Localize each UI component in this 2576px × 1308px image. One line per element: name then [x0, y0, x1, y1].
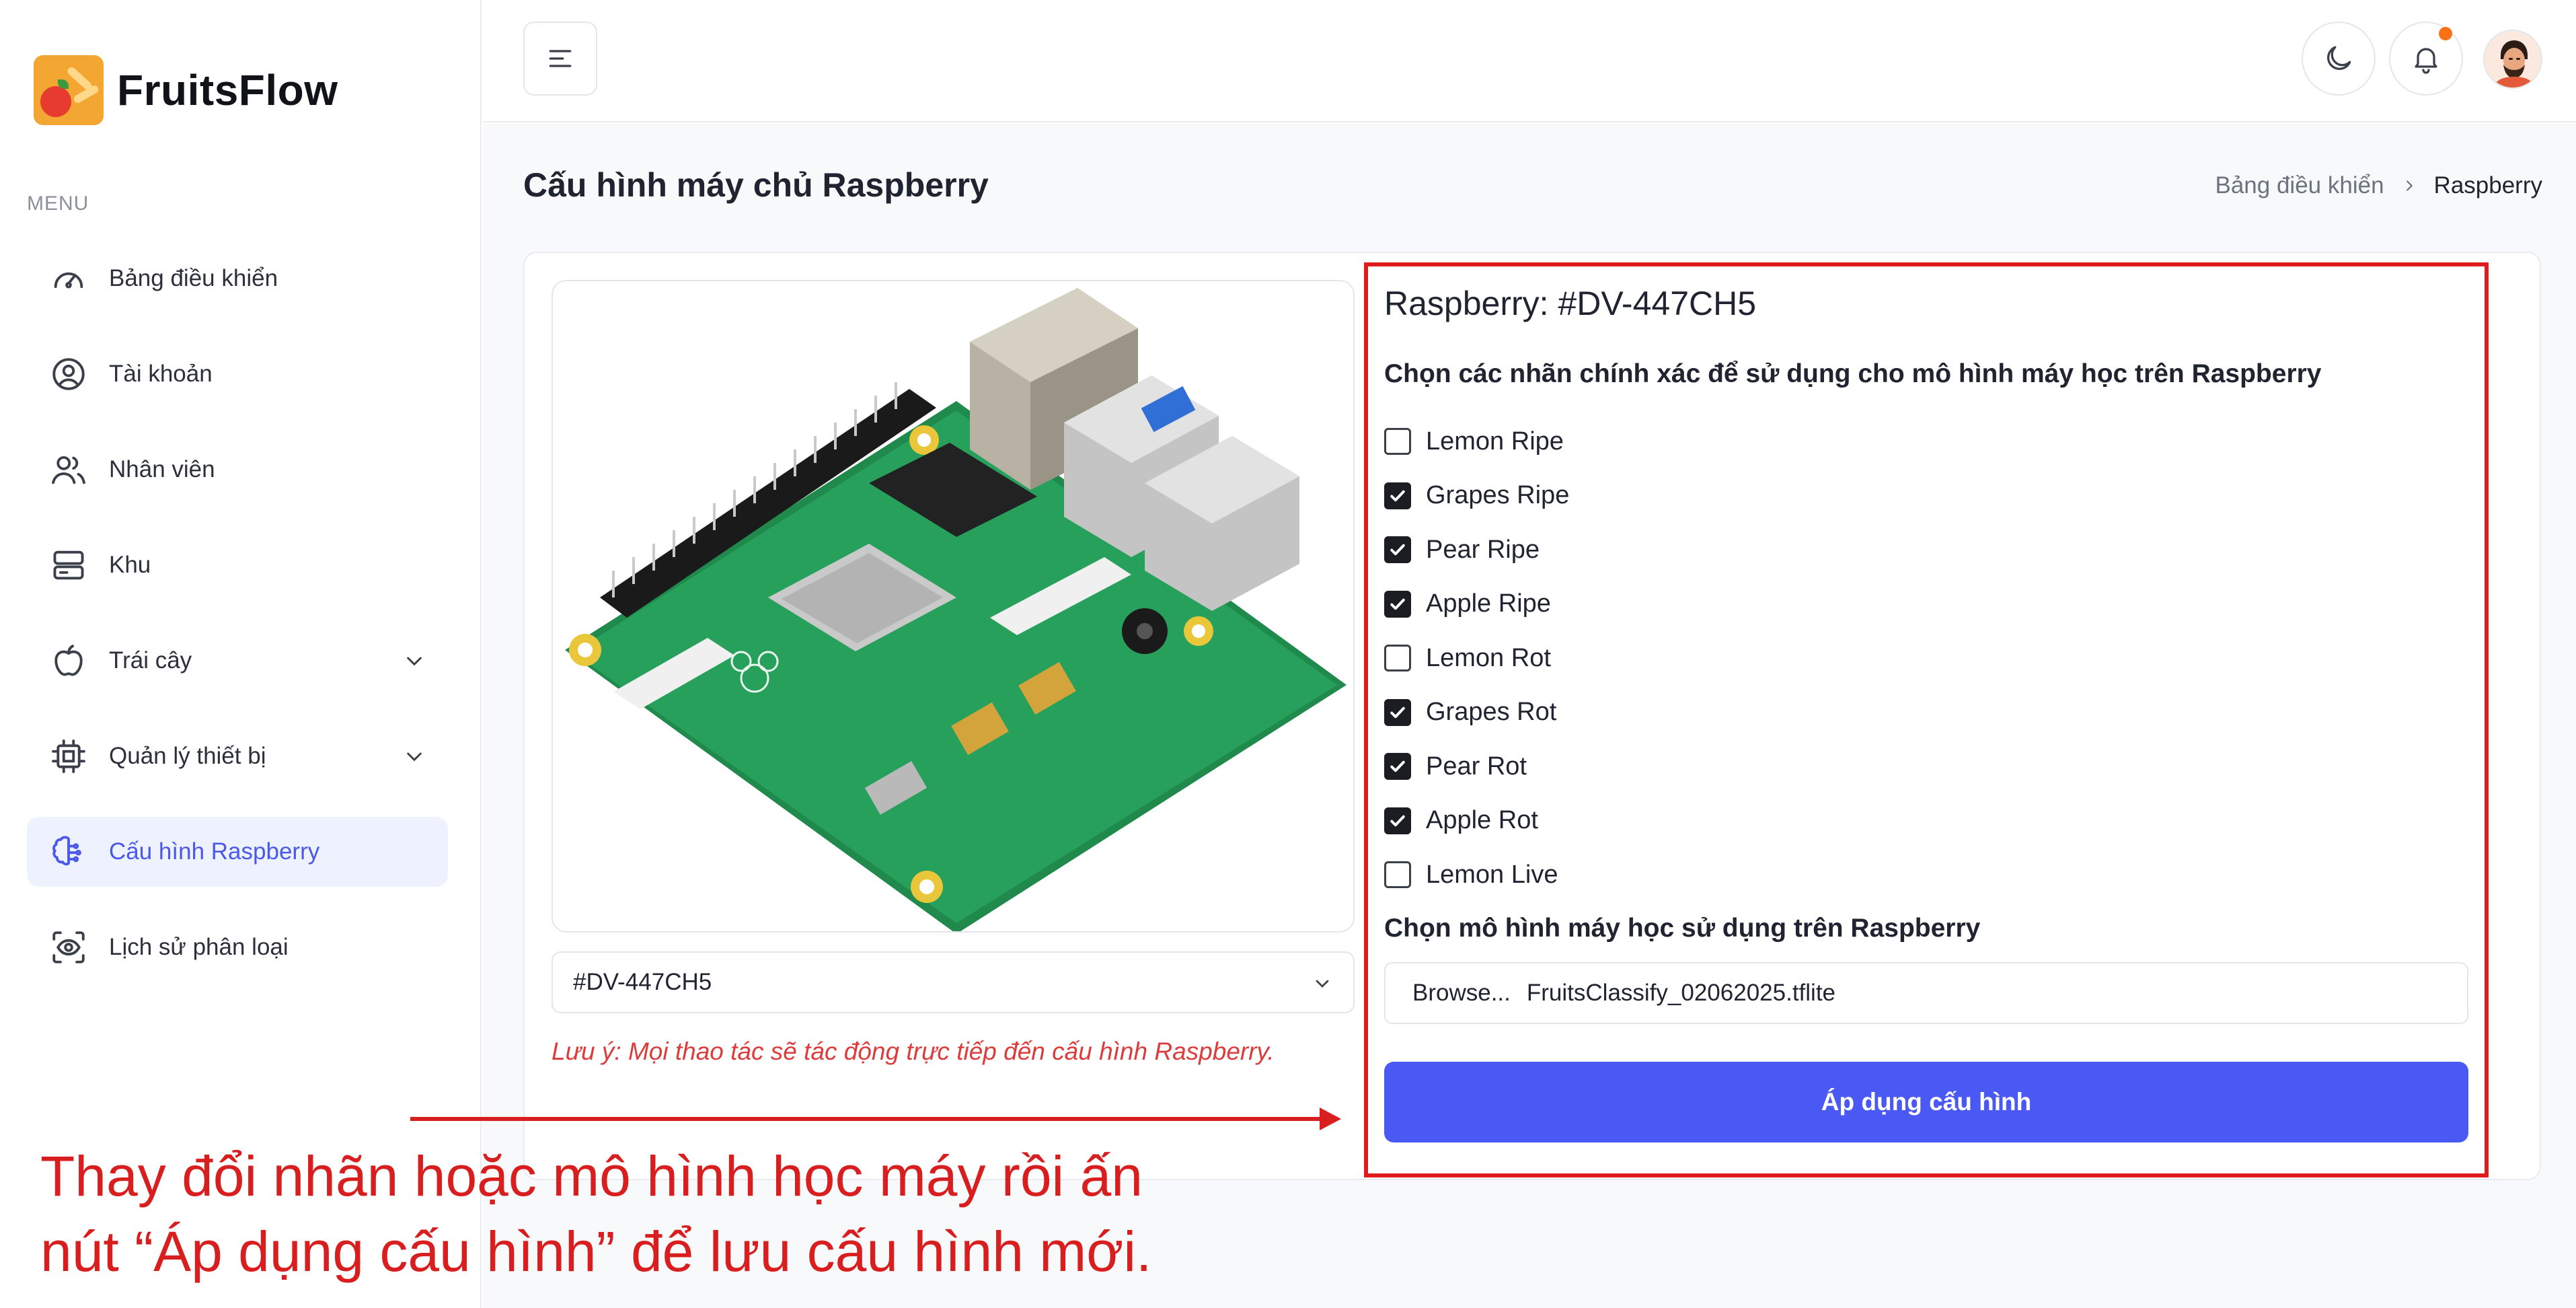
label-option[interactable]: Lemon Ripe — [1384, 414, 1569, 469]
label-option-text: Apple Ripe — [1426, 589, 1551, 618]
notification-button[interactable] — [2389, 22, 2463, 96]
user-circle-icon — [47, 353, 90, 396]
device-select[interactable]: #DV-447CH5 — [552, 951, 1355, 1013]
avatar[interactable] — [2483, 30, 2542, 89]
annotation-arrow-line — [410, 1117, 1332, 1121]
label-option-text: Lemon Rot — [1426, 643, 1551, 672]
checkbox-unchecked[interactable] — [1384, 428, 1411, 456]
checkbox-checked[interactable] — [1384, 536, 1411, 564]
label-option-text: Grapes Rot — [1426, 698, 1557, 727]
sidebar-item-classification-history[interactable]: Lịch sử phân loại — [27, 912, 448, 982]
label-option[interactable]: Apple Rot — [1384, 794, 1569, 848]
sidebar-item-label: Quản lý thiết bị — [109, 743, 266, 769]
chevron-down-icon — [1316, 980, 1329, 988]
sidebar-item-dashboard[interactable]: Bảng điều khiển — [27, 244, 448, 314]
sidebar-item-label: Nhân viên — [109, 456, 215, 482]
breadcrumb: Bảng điều khiển Raspberry — [2215, 172, 2543, 199]
eye-scan-icon — [47, 926, 90, 969]
model-file-input[interactable]: Browse... FruitsClassify_02062025.tflite — [1384, 962, 2468, 1024]
model-file-name: FruitsClassify_02062025.tflite — [1526, 980, 1836, 1006]
sidebar-item-device-management[interactable]: Quản lý thiết bị — [27, 721, 448, 791]
checkbox-unchecked[interactable] — [1384, 645, 1411, 672]
logo[interactable]: FruitsFlow — [34, 55, 338, 125]
sidebar-item-label: Khu — [109, 552, 151, 578]
moon-icon — [2327, 46, 2351, 70]
top-header — [483, 0, 2576, 122]
checkbox-checked[interactable] — [1384, 698, 1411, 726]
sidebar-item-label: Lịch sử phân loại — [109, 934, 289, 960]
checkbox-checked[interactable] — [1384, 807, 1411, 834]
label-option-text: Lemon Ripe — [1426, 427, 1564, 456]
label-checklist: Lemon Ripe Grapes Ripe Pear Ripe Apple Ripe… — [1384, 414, 1569, 902]
browse-button[interactable]: Browse... — [1412, 980, 1511, 1007]
apply-config-button[interactable]: Áp dụng cấu hình — [1384, 1062, 2468, 1142]
chevron-down-icon[interactable] — [404, 650, 425, 671]
checkbox-unchecked[interactable] — [1384, 861, 1411, 889]
checkbox-checked[interactable] — [1384, 753, 1411, 780]
annotation-line-2: nút “Áp dụng cấu hình” để lưu cấu hình m… — [40, 1220, 1152, 1283]
config-title: Raspberry: #DV-447CH5 — [1384, 285, 1757, 322]
sidebar: FruitsFlow MENU Bảng điều khiển Tài khoả… — [0, 0, 482, 1308]
dashboard-gauge-icon — [47, 257, 90, 300]
label-option-text: Grapes Ripe — [1426, 481, 1570, 510]
chevron-right-icon — [2406, 180, 2413, 191]
menu-section-label: MENU — [27, 192, 89, 215]
label-option-text: Apple Rot — [1426, 806, 1538, 835]
label-option[interactable]: Apple Ripe — [1384, 577, 1569, 632]
annotation-arrow-head — [1320, 1107, 1341, 1130]
app-name: FruitsFlow — [117, 66, 338, 114]
sidebar-item-label: Cấu hình Raspberry — [109, 838, 320, 865]
main-content: Cấu hình máy chủ Raspberry Bảng điều khi… — [483, 124, 2576, 1308]
model-heading: Chọn mô hình máy học sử dụng trên Raspbe… — [1384, 914, 1981, 943]
sidebar-nav: Bảng điều khiển Tài khoản Nhân viên Khu … — [27, 244, 448, 1008]
chevron-down-icon[interactable] — [404, 746, 425, 767]
sidebar-item-zone[interactable]: Khu — [27, 530, 448, 600]
server-icon — [47, 544, 90, 587]
logo-icon — [34, 55, 104, 125]
checkbox-checked[interactable] — [1384, 482, 1411, 509]
label-option[interactable]: Pear Rot — [1384, 739, 1569, 794]
sidebar-item-staff[interactable]: Nhân viên — [27, 435, 448, 505]
cpu-chip-icon — [47, 735, 90, 778]
label-option-text: Pear Rot — [1426, 752, 1527, 780]
apple-icon — [47, 639, 90, 682]
device-select-value: #DV-447CH5 — [573, 969, 712, 995]
label-option-text: Pear Ripe — [1426, 535, 1540, 564]
sidebar-item-label: Tài khoản — [109, 361, 213, 387]
label-option[interactable]: Lemon Live — [1384, 848, 1569, 902]
sidebar-item-raspberry-config[interactable]: Cấu hình Raspberry — [27, 817, 448, 887]
label-option[interactable]: Grapes Ripe — [1384, 469, 1569, 523]
page-title: Cấu hình máy chủ Raspberry — [523, 166, 989, 204]
breadcrumb-link-dashboard[interactable]: Bảng điều khiển — [2215, 172, 2384, 199]
sidebar-item-label: Trái cây — [109, 647, 192, 674]
sidebar-item-account[interactable]: Tài khoản — [27, 339, 448, 409]
hamburger-icon — [549, 50, 572, 67]
config-panel: Raspberry: #DV-447CH5 Chọn các nhãn chín… — [1364, 262, 2489, 1177]
breadcrumb-current: Raspberry — [2433, 172, 2542, 198]
users-icon — [47, 448, 90, 491]
label-option[interactable]: Lemon Rot — [1384, 631, 1569, 686]
label-option-text: Lemon Live — [1426, 860, 1558, 889]
warning-note: Lưu ý: Mọi thao tác sẽ tác động trực tiế… — [552, 1038, 1275, 1065]
brain-icon — [47, 830, 90, 873]
bell-icon — [2415, 48, 2437, 74]
labels-heading: Chọn các nhãn chính xác để sử dụng cho m… — [1384, 359, 2322, 388]
annotation-line-1: Thay đổi nhãn hoặc mô hình học máy rồi ấ… — [40, 1144, 1143, 1208]
notification-badge — [2439, 27, 2452, 40]
annotation-text: Thay đổi nhãn hoặc mô hình học máy rồi ấ… — [40, 1138, 1251, 1289]
sidebar-item-fruits[interactable]: Trái cây — [27, 626, 448, 696]
raspberry-pi-image — [552, 280, 1355, 933]
sidebar-item-label: Bảng điều khiển — [109, 265, 278, 291]
label-option[interactable]: Grapes Rot — [1384, 686, 1569, 740]
checkbox-checked[interactable] — [1384, 590, 1411, 618]
label-option[interactable]: Pear Ripe — [1384, 523, 1569, 577]
sidebar-toggle-button[interactable] — [523, 22, 597, 96]
theme-toggle-button[interactable] — [2302, 22, 2376, 96]
